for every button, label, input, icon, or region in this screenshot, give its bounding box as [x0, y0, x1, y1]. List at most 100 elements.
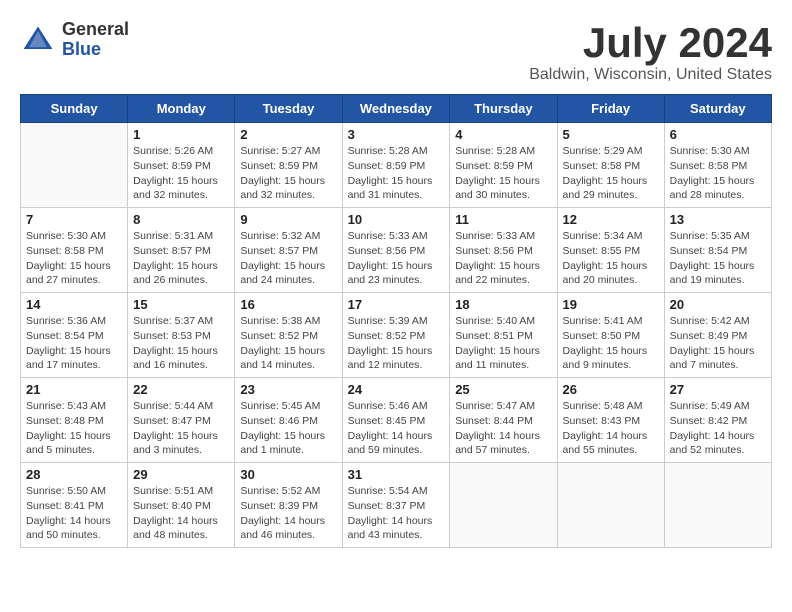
day-number: 12: [563, 212, 659, 227]
day-number: 13: [670, 212, 766, 227]
calendar-cell: 11Sunrise: 5:33 AM Sunset: 8:56 PM Dayli…: [450, 208, 557, 293]
header-monday: Monday: [128, 95, 235, 123]
day-number: 22: [133, 382, 229, 397]
calendar-cell: 27Sunrise: 5:49 AM Sunset: 8:42 PM Dayli…: [664, 378, 771, 463]
day-number: 16: [240, 297, 336, 312]
calendar-cell: 21 Sunrise: 5:43 AM Sunset: 8:48 PM Dayli…: [21, 378, 128, 463]
calendar-cell: 4 Sunrise: 5:28 AM Sunset: 8:59 PM Daylig…: [450, 123, 557, 208]
day-number: 19: [563, 297, 659, 312]
calendar-cell: 24 Sunrise: 5:46 AM Sunset: 8:45 PM Dayli…: [342, 378, 450, 463]
day-info: Sunrise: 5:27 AM Sunset: 8:59 PM Dayligh…: [240, 144, 336, 203]
day-number: 20: [670, 297, 766, 312]
calendar-cell: 18 Sunrise: 5:40 AM Sunset: 8:51 PM Dayli…: [450, 293, 557, 378]
day-number: 10: [348, 212, 445, 227]
page-header: General Blue July 2024 Baldwin, Wisconsi…: [20, 20, 772, 84]
day-number: 6: [670, 127, 766, 142]
calendar-cell: 2 Sunrise: 5:27 AM Sunset: 8:59 PM Daylig…: [235, 123, 342, 208]
day-info: Sunrise: 5:34 AM Sunset: 8:55 PM Dayligh…: [563, 229, 659, 288]
day-number: 28: [26, 467, 122, 482]
day-info: Sunrise: 5:47 AM Sunset: 8:44 PM Dayligh…: [455, 399, 551, 458]
day-number: 3: [348, 127, 445, 142]
calendar-cell: 17 Sunrise: 5:39 AM Sunset: 8:52 PM Dayli…: [342, 293, 450, 378]
day-info: Sunrise: 5:42 AM Sunset: 8:49 PM Dayligh…: [670, 314, 766, 373]
logo-icon: [20, 22, 56, 58]
calendar-cell: 22 Sunrise: 5:44 AM Sunset: 8:47 PM Dayli…: [128, 378, 235, 463]
day-number: 24: [348, 382, 445, 397]
day-number: 8: [133, 212, 229, 227]
header-tuesday: Tuesday: [235, 95, 342, 123]
day-info: Sunrise: 5:30 AM Sunset: 8:58 PM Dayligh…: [26, 229, 122, 288]
day-number: 30: [240, 467, 336, 482]
logo: General Blue: [20, 20, 129, 60]
week-row-3: 14 Sunrise: 5:36 AM Sunset: 8:54 PM Dayli…: [21, 293, 772, 378]
day-number: 17: [348, 297, 445, 312]
day-info: Sunrise: 5:44 AM Sunset: 8:47 PM Dayligh…: [133, 399, 229, 458]
day-info: Sunrise: 5:28 AM Sunset: 8:59 PM Dayligh…: [455, 144, 551, 203]
day-info: Sunrise: 5:41 AM Sunset: 8:50 PM Dayligh…: [563, 314, 659, 373]
day-info: Sunrise: 5:32 AM Sunset: 8:57 PM Dayligh…: [240, 229, 336, 288]
calendar-cell: 8 Sunrise: 5:31 AM Sunset: 8:57 PM Daylig…: [128, 208, 235, 293]
calendar-cell: 12 Sunrise: 5:34 AM Sunset: 8:55 PM Dayli…: [557, 208, 664, 293]
calendar-cell: 7 Sunrise: 5:30 AM Sunset: 8:58 PM Daylig…: [21, 208, 128, 293]
day-info: Sunrise: 5:40 AM Sunset: 8:51 PM Dayligh…: [455, 314, 551, 373]
day-info: Sunrise: 5:28 AM Sunset: 8:59 PM Dayligh…: [348, 144, 445, 203]
calendar-cell: 29 Sunrise: 5:51 AM Sunset: 8:40 PM Dayli…: [128, 463, 235, 548]
day-info: Sunrise: 5:31 AM Sunset: 8:57 PM Dayligh…: [133, 229, 229, 288]
logo-text: General Blue: [62, 20, 129, 60]
calendar-cell: 3 Sunrise: 5:28 AM Sunset: 8:59 PM Daylig…: [342, 123, 450, 208]
header-wednesday: Wednesday: [342, 95, 450, 123]
week-row-4: 21 Sunrise: 5:43 AM Sunset: 8:48 PM Dayli…: [21, 378, 772, 463]
calendar-cell: 13 Sunrise: 5:35 AM Sunset: 8:54 PM Dayli…: [664, 208, 771, 293]
day-number: 25: [455, 382, 551, 397]
day-info: Sunrise: 5:39 AM Sunset: 8:52 PM Dayligh…: [348, 314, 445, 373]
day-info: Sunrise: 5:46 AM Sunset: 8:45 PM Dayligh…: [348, 399, 445, 458]
calendar-cell: [450, 463, 557, 548]
day-info: Sunrise: 5:36 AM Sunset: 8:54 PM Dayligh…: [26, 314, 122, 373]
calendar-cell: 5Sunrise: 5:29 AM Sunset: 8:58 PM Daylig…: [557, 123, 664, 208]
day-number: 23: [240, 382, 336, 397]
day-info: Sunrise: 5:26 AM Sunset: 8:59 PM Dayligh…: [133, 144, 229, 203]
subtitle: Baldwin, Wisconsin, United States: [529, 66, 772, 84]
calendar-cell: 10Sunrise: 5:33 AM Sunset: 8:56 PM Dayli…: [342, 208, 450, 293]
calendar-cell: [557, 463, 664, 548]
header-thursday: Thursday: [450, 95, 557, 123]
day-info: Sunrise: 5:33 AM Sunset: 8:56 PM Dayligh…: [455, 229, 551, 288]
calendar-cell: 20 Sunrise: 5:42 AM Sunset: 8:49 PM Dayli…: [664, 293, 771, 378]
day-info: Sunrise: 5:51 AM Sunset: 8:40 PM Dayligh…: [133, 484, 229, 543]
calendar-cell: 9 Sunrise: 5:32 AM Sunset: 8:57 PM Daylig…: [235, 208, 342, 293]
day-number: 29: [133, 467, 229, 482]
day-number: 4: [455, 127, 551, 142]
day-number: 2: [240, 127, 336, 142]
day-number: 9: [240, 212, 336, 227]
logo-general: General: [62, 20, 129, 40]
calendar-cell: 15Sunrise: 5:37 AM Sunset: 8:53 PM Dayli…: [128, 293, 235, 378]
header-friday: Friday: [557, 95, 664, 123]
title-area: July 2024 Baldwin, Wisconsin, United Sta…: [529, 20, 772, 84]
day-number: 1: [133, 127, 229, 142]
calendar-cell: 30 Sunrise: 5:52 AM Sunset: 8:39 PM Dayli…: [235, 463, 342, 548]
day-number: 18: [455, 297, 551, 312]
day-info: Sunrise: 5:45 AM Sunset: 8:46 PM Dayligh…: [240, 399, 336, 458]
day-number: 21: [26, 382, 122, 397]
day-number: 31: [348, 467, 445, 482]
day-info: Sunrise: 5:52 AM Sunset: 8:39 PM Dayligh…: [240, 484, 336, 543]
day-number: 26: [563, 382, 659, 397]
header-saturday: Saturday: [664, 95, 771, 123]
calendar-cell: 31 Sunrise: 5:54 AM Sunset: 8:37 PM Dayli…: [342, 463, 450, 548]
day-info: Sunrise: 5:35 AM Sunset: 8:54 PM Dayligh…: [670, 229, 766, 288]
day-info: Sunrise: 5:48 AM Sunset: 8:43 PM Dayligh…: [563, 399, 659, 458]
day-info: Sunrise: 5:54 AM Sunset: 8:37 PM Dayligh…: [348, 484, 445, 543]
header-row: SundayMondayTuesdayWednesdayThursdayFrid…: [21, 95, 772, 123]
calendar-cell: 14 Sunrise: 5:36 AM Sunset: 8:54 PM Dayli…: [21, 293, 128, 378]
week-row-5: 28Sunrise: 5:50 AM Sunset: 8:41 PM Dayli…: [21, 463, 772, 548]
day-number: 14: [26, 297, 122, 312]
day-number: 7: [26, 212, 122, 227]
calendar-cell: 16Sunrise: 5:38 AM Sunset: 8:52 PM Dayli…: [235, 293, 342, 378]
calendar-cell: 28Sunrise: 5:50 AM Sunset: 8:41 PM Dayli…: [21, 463, 128, 548]
calendar-cell: 1 Sunrise: 5:26 AM Sunset: 8:59 PM Daylig…: [128, 123, 235, 208]
day-info: Sunrise: 5:43 AM Sunset: 8:48 PM Dayligh…: [26, 399, 122, 458]
calendar-cell: [21, 123, 128, 208]
day-info: Sunrise: 5:49 AM Sunset: 8:42 PM Dayligh…: [670, 399, 766, 458]
logo-blue: Blue: [62, 40, 129, 60]
calendar-cell: 26 Sunrise: 5:48 AM Sunset: 8:43 PM Dayli…: [557, 378, 664, 463]
